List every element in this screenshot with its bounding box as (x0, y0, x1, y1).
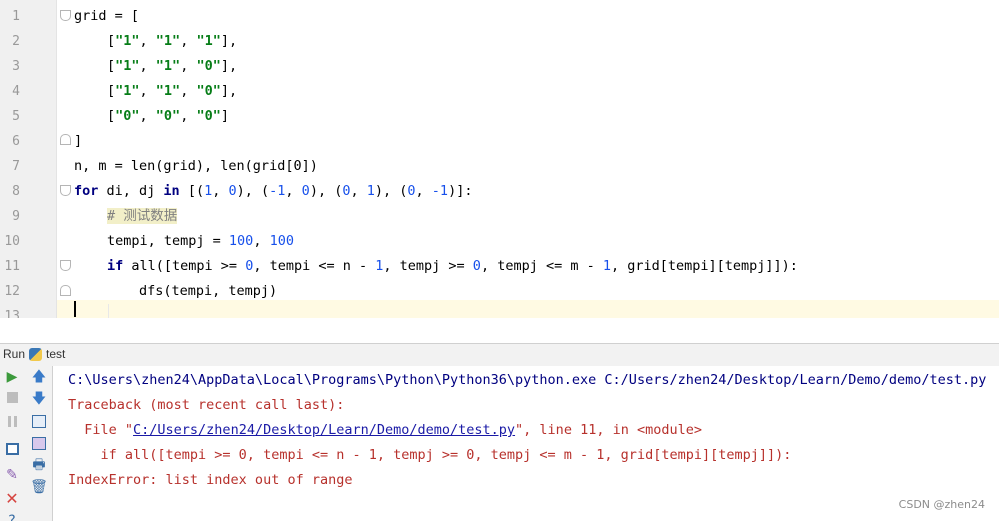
console-traceback-file: File "C:/Users/zhen24/Desktop/Learn/Demo… (68, 422, 702, 438)
fold-marker-icon[interactable] (60, 260, 71, 271)
scroll-end-icon[interactable] (30, 434, 48, 452)
line-number: 2 (12, 34, 20, 49)
gutter-divider (56, 0, 57, 318)
soft-wrap-icon[interactable] (30, 412, 48, 430)
line-number: 9 (12, 209, 20, 224)
code-line-11[interactable]: if all([tempi >= 0, tempi <= n - 1, temp… (107, 254, 798, 279)
traceback-file-link[interactable]: C:/Users/zhen24/Desktop/Learn/Demo/demo/… (133, 422, 515, 438)
fold-marker-icon[interactable] (60, 185, 71, 196)
run-icon[interactable]: ▶ (3, 368, 21, 386)
run-config-name[interactable]: test (46, 347, 65, 361)
down-arrow-icon[interactable]: 🡇 (30, 390, 48, 408)
indent-guide (108, 304, 109, 318)
code-line-9[interactable]: # 测试数据 (107, 204, 178, 229)
fold-marker-icon[interactable] (60, 285, 71, 296)
code-line-3[interactable]: ["1", "1", "0"], (107, 54, 237, 79)
print-icon[interactable]: 🖶 (30, 456, 48, 474)
console-error-message: IndexError: list index out of range (68, 472, 353, 488)
close-icon[interactable]: ✕ (3, 490, 21, 508)
help-icon[interactable]: ? (3, 512, 21, 521)
text-caret (74, 301, 76, 317)
line-number: 4 (12, 84, 20, 99)
run-right-toolbar: 🡅 🡇 🖶 🗑 (25, 366, 53, 521)
code-line-4[interactable]: ["1", "1", "0"], (107, 79, 237, 104)
pin-icon[interactable]: ✎ (3, 466, 21, 484)
run-left-toolbar: ▶ ✎ ✕ ? (0, 366, 25, 521)
code-line-2[interactable]: ["1", "1", "1"], (107, 29, 237, 54)
line-number: 1 (12, 9, 20, 24)
line-number: 8 (12, 184, 20, 199)
code-line-7[interactable]: n, m = len(grid), len(grid[0]) (74, 154, 318, 179)
line-number: 6 (12, 134, 20, 149)
comment: # 测试数据 (107, 208, 178, 224)
code-line-6[interactable]: ] (74, 129, 82, 154)
code-line-10[interactable]: tempi, tempj = 100, 100 (107, 229, 294, 254)
line-number: 10 (4, 234, 20, 249)
code-line-8[interactable]: for di, dj in [(1, 0), (-1, 0), (0, 1), … (74, 179, 472, 204)
layout-icon[interactable] (3, 440, 21, 458)
up-arrow-icon[interactable]: 🡅 (30, 368, 48, 386)
fold-marker-icon[interactable] (60, 134, 71, 145)
line-number: 5 (12, 109, 20, 124)
run-tool-window-header: Run test (0, 343, 999, 366)
console-traceback-header: Traceback (most recent call last): (68, 397, 345, 413)
code-editor[interactable]: 1 2 3 4 5 6 7 8 9 10 11 12 13 grid = [ [… (0, 0, 999, 318)
fold-marker-icon[interactable] (60, 10, 71, 21)
stop-icon[interactable] (3, 388, 21, 406)
line-number: 3 (12, 59, 20, 74)
code-line-5[interactable]: ["0", "0", "0"] (107, 104, 229, 129)
pause-icon[interactable] (3, 412, 21, 430)
line-number: 13 (4, 309, 20, 318)
trash-icon[interactable]: 🗑 (30, 478, 48, 496)
watermark: CSDN @zhen24 (898, 498, 985, 511)
line-number: 11 (4, 259, 20, 274)
line-number: 7 (12, 159, 20, 174)
python-file-icon (29, 348, 42, 361)
console-traceback-code: if all([tempi >= 0, tempi <= n - 1, temp… (68, 447, 792, 463)
run-tab-label[interactable]: Run (3, 347, 25, 361)
line-number: 12 (4, 284, 20, 299)
code-line-1[interactable]: grid = [ (74, 4, 139, 29)
console-command-line: C:\Users\zhen24\AppData\Local\Programs\P… (68, 372, 987, 388)
code-line-12[interactable]: dfs(tempi, tempj) (139, 279, 277, 304)
